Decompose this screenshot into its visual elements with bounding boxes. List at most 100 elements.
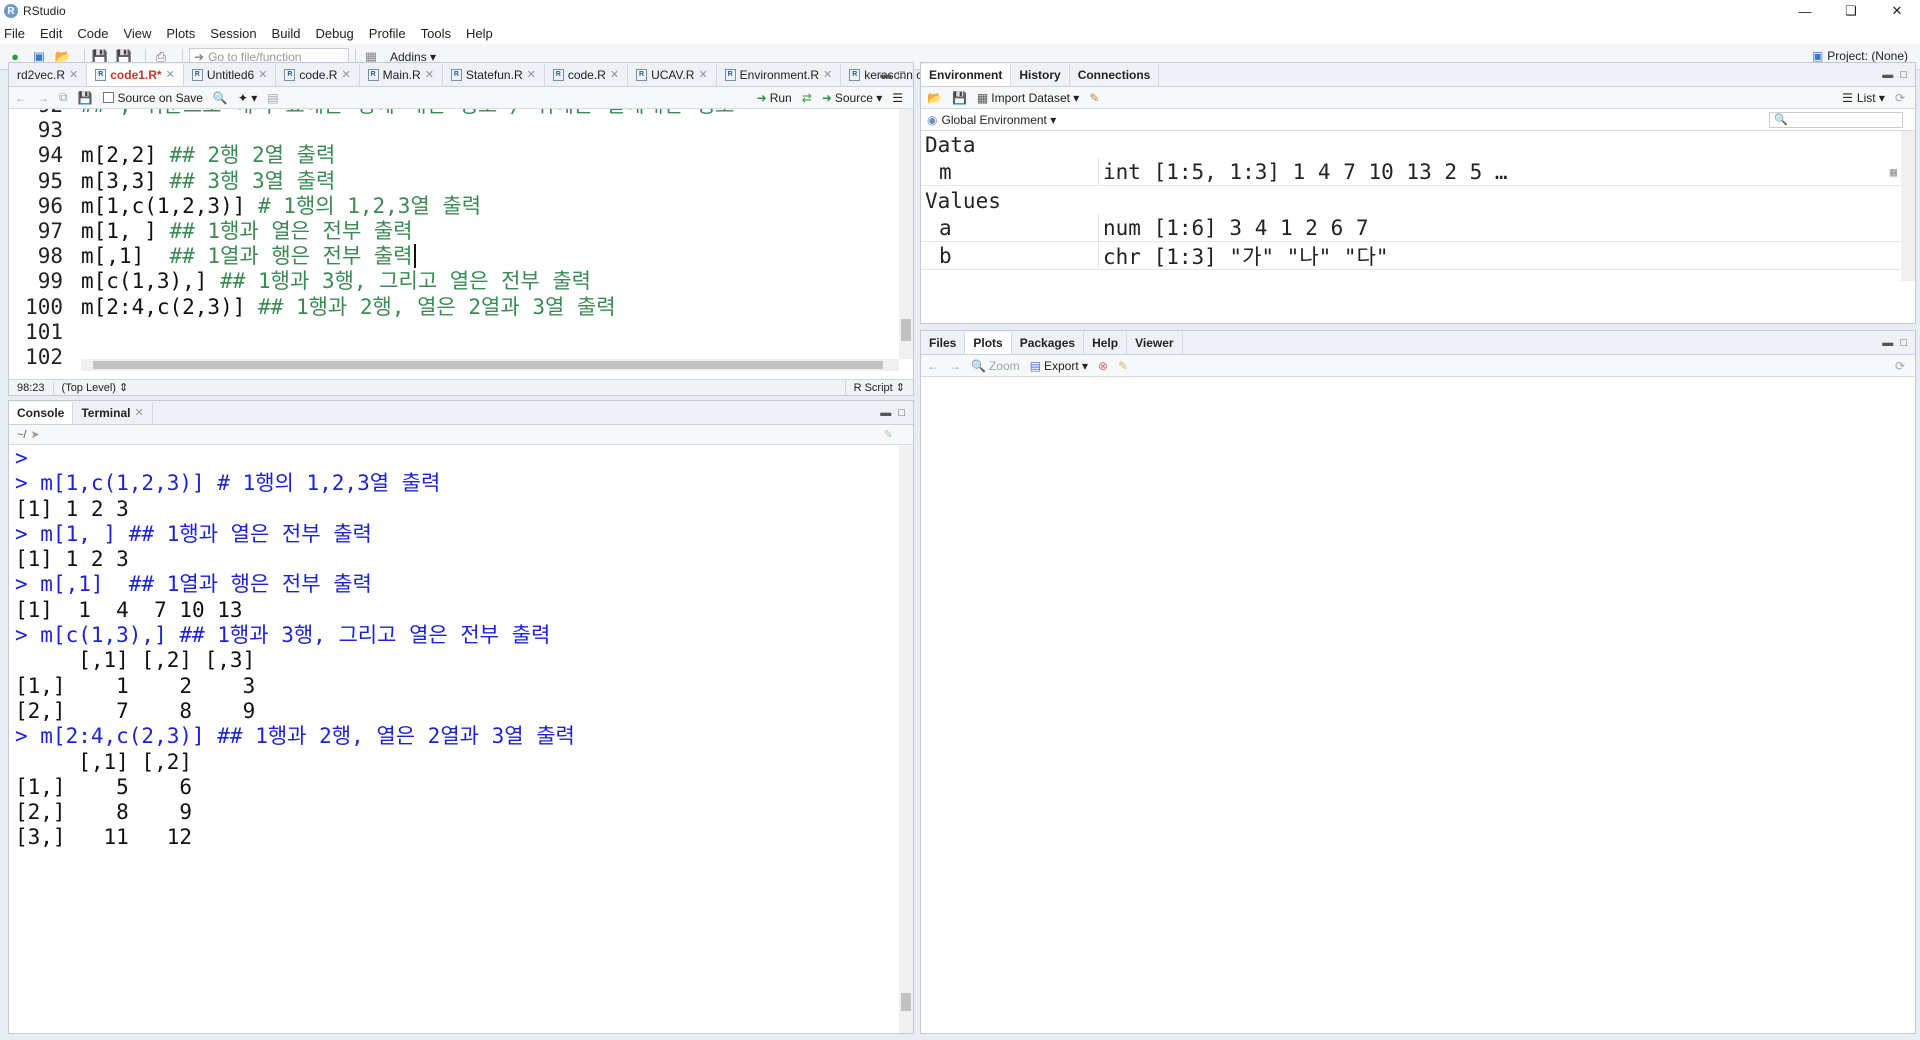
editor-tab[interactable]: rd2vec.R ✕ [9,63,88,86]
menu-code[interactable]: Code [77,26,108,41]
code-line[interactable]: m[c(1,3),] ## 1행과 3행, 그리고 열은 전부 출력 [81,269,899,294]
tab-packages[interactable]: Packages [1012,331,1085,354]
file-type-selector[interactable]: R Script ⇕ [844,381,913,394]
project-menu[interactable]: ▣ Project: (None) [1812,49,1908,63]
menu-tools[interactable]: Tools [421,26,451,41]
editor-tab[interactable]: R Untitled6 ✕ [184,63,277,86]
scroll-thumb[interactable] [93,361,883,369]
close-tab-icon[interactable]: ✕ [610,68,619,81]
save-workspace-icon[interactable]: 💾 [952,91,967,105]
scroll-thumb[interactable] [901,993,911,1011]
menu-plots[interactable]: Plots [166,26,195,41]
previous-plot-icon[interactable]: ← [927,359,939,373]
code-line[interactable] [81,118,899,143]
close-tab-icon[interactable]: ✕ [823,68,832,81]
code-line[interactable]: m[,1] ## 1열과 행은 전부 출력 [81,244,899,269]
tab-viewer[interactable]: Viewer [1127,331,1183,354]
source-on-save-toggle[interactable]: Source on Save [102,91,203,105]
scope-dropdown[interactable]: ◉ Global Environment ▾ [927,113,1056,127]
scope-selector[interactable]: (Top Level) ⇕ [54,381,137,394]
view-mode-dropdown[interactable]: ☰ List ▾ [1842,91,1885,105]
rerun-icon[interactable]: ⇄ [802,91,812,105]
editor-horizontal-scrollbar[interactable] [81,359,899,371]
tab-history[interactable]: History [1011,63,1070,86]
tab-connections[interactable]: Connections [1070,63,1160,86]
search-icon[interactable]: 🔍 [213,91,228,105]
menu-build[interactable]: Build [272,26,301,41]
minimize-button[interactable]: — [1782,0,1828,22]
close-tab-icon[interactable]: ✕ [258,68,267,81]
environment-search-input[interactable]: 🔍 [1769,111,1903,128]
menu-debug[interactable]: Debug [315,26,353,41]
menu-session[interactable]: Session [210,26,256,41]
close-tab-icon[interactable]: ✕ [166,68,175,81]
code-line[interactable]: m[3,3] ## 3행 3열 출력 [81,169,899,194]
pane-minmax-icon[interactable]: ▬ □ [880,407,907,419]
zoom-button[interactable]: 🔍 Zoom [971,359,1020,373]
broom-icon[interactable]: ✎ [1089,91,1099,105]
tab-console[interactable]: Console [9,401,74,424]
compile-report-icon[interactable]: ▤ [267,91,278,105]
next-plot-icon[interactable]: → [949,359,961,373]
outline-icon[interactable]: ☰ [892,91,903,105]
clear-plots-icon[interactable]: ✎ [1118,359,1128,373]
checkbox-icon[interactable] [102,92,114,103]
menu-view[interactable]: View [123,26,151,41]
code-lines[interactable]: ## , 위문으로 해서 표해는 행에 대한 행호 / 뒤에는 열에대한 행호 m… [81,109,899,355]
environment-vertical-scrollbar[interactable] [1901,131,1915,281]
tab-terminal[interactable]: Terminal ✕ [73,401,153,424]
editor-tab[interactable]: R Main.R ✕ [360,63,443,86]
code-line[interactable]: m[2,2] ## 2행 2열 출력 [81,143,899,168]
restore-button[interactable]: ❏ [1828,0,1874,22]
close-tab-icon[interactable]: ✕ [134,406,143,419]
import-dataset-button[interactable]: ▦ Import Dataset ▾ [977,91,1079,105]
menu-help[interactable]: Help [466,26,493,41]
menu-file[interactable]: File [4,26,25,41]
code-area[interactable]: 9293949596979899100101102103 ## , 위문으로 해… [9,109,913,371]
clear-console-icon[interactable]: ✎ [884,428,893,441]
env-row-data[interactable]: m int [1:5, 1:3] 1 4 7 10 13 2 5 … ▦ [921,158,1901,186]
refresh-icon[interactable]: ⟳ [1895,359,1905,373]
code-line[interactable]: m[1, ] ## 1행과 열은 전부 출력 [81,219,899,244]
magic-wand-icon[interactable]: ✦ ▾ [238,91,257,105]
forward-arrow-icon[interactable]: → [37,91,49,105]
go-to-directory-icon[interactable]: ➤ [30,428,39,441]
tab-environment[interactable]: Environment [921,63,1012,86]
tab-plots[interactable]: Plots [965,331,1012,354]
close-tab-icon[interactable]: ✕ [341,68,350,81]
scroll-thumb[interactable] [901,319,911,341]
close-tab-icon[interactable]: ✕ [69,68,78,81]
tab-help[interactable]: Help [1084,331,1128,354]
refresh-icon[interactable]: ⟳ [1895,91,1905,105]
menu-edit[interactable]: Edit [40,26,62,41]
save-file-icon[interactable]: 💾 [78,91,93,105]
view-table-icon[interactable]: ▦ [1890,165,1897,179]
code-line[interactable] [81,320,899,345]
editor-tab[interactable]: Rcode.R ✕ [276,63,360,86]
remove-plot-icon[interactable]: ⊗ [1098,359,1108,373]
editor-vertical-scrollbar[interactable] [899,109,913,359]
close-button[interactable]: ✕ [1874,0,1920,22]
editor-tab[interactable]: Rcode.R ✕ [545,63,629,86]
load-workspace-icon[interactable]: 📂 [927,91,942,105]
show-in-window-icon[interactable]: ⧉ [59,90,68,105]
env-row-value[interactable]: b chr [1:3] "가" "나" "다" [921,242,1901,270]
editor-tab[interactable]: R Statefun.R ✕ [443,63,545,86]
back-arrow-icon[interactable]: ← [15,91,27,105]
close-tab-icon[interactable]: ✕ [698,68,707,81]
editor-tab[interactable]: R UCAV.R ✕ [628,63,717,86]
console-vertical-scrollbar[interactable] [899,446,913,1033]
env-row-value[interactable]: a num [1:6] 3 4 1 2 6 7 [921,214,1901,242]
code-line[interactable]: ## , 위문으로 해서 표해는 행에 대한 행호 / 뒤에는 열에대한 행호 [81,109,899,118]
tab-files[interactable]: Files [921,331,966,354]
editor-tab-active[interactable]: Rcode1.R* ✕ [87,63,184,86]
close-tab-icon[interactable]: ✕ [425,68,434,81]
menu-profile[interactable]: Profile [369,26,406,41]
editor-tab[interactable]: R Environment.R ✕ [717,63,842,86]
pane-minmax-icon[interactable]: ▬ □ [880,69,907,81]
source-button[interactable]: ➜ Source ▾ [822,91,882,105]
code-line[interactable]: m[1,c(1,2,3)] # 1행의 1,2,3열 출력 [81,194,899,219]
export-button[interactable]: ▤ Export ▾ [1030,359,1088,373]
pane-minmax-icon[interactable]: ▬ □ [1882,337,1909,349]
pane-minmax-icon[interactable]: ▬ □ [1882,69,1909,81]
